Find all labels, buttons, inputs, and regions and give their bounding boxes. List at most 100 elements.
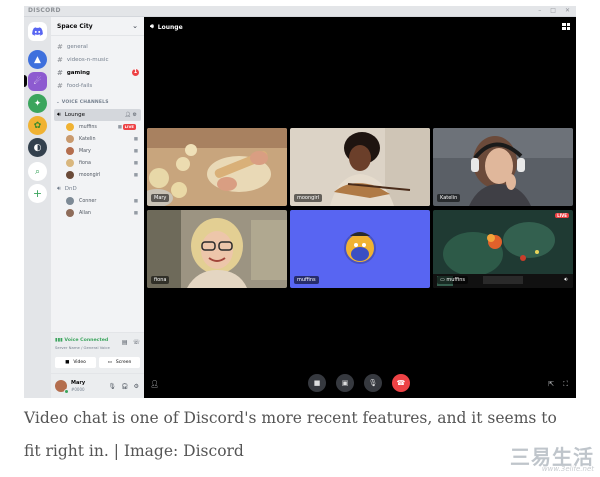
voice-channel-path: Server Name / General Voice xyxy=(55,345,110,350)
participant-name: Mary xyxy=(151,194,170,202)
screen-button-label: Screen xyxy=(115,360,132,365)
voice-connected-status[interactable]: ▮▮▮ Voice Connected xyxy=(55,338,108,343)
microphone-icon: 🎙︎ xyxy=(368,379,378,387)
chevron-down-icon[interactable]: ⌄ xyxy=(132,22,138,30)
pop-out-icon[interactable]: ⇱ xyxy=(548,380,554,388)
camera-icon: ■ xyxy=(133,198,138,204)
voice-user-name: moongirl xyxy=(79,172,101,178)
headphones-icon[interactable]: 🎧︎ xyxy=(121,383,129,390)
server-rail: ▲ ☄ ✦ ✿ ◐ ⌕ + xyxy=(24,17,51,398)
video-button[interactable]: ■ Video xyxy=(55,357,96,368)
volume-icon[interactable]: 🔉︎ xyxy=(564,276,568,284)
channel-food-fails[interactable]: # food-fails xyxy=(51,79,144,92)
voice-user[interactable]: Katelin ■ xyxy=(51,133,144,145)
channel-label: videos-n-music xyxy=(66,56,109,63)
server-header[interactable]: Space City ⌄ xyxy=(51,17,144,36)
screen-icon: ▭ xyxy=(107,360,112,365)
minimize-icon[interactable]: – xyxy=(538,7,541,14)
screen-share-button[interactable]: ▣ xyxy=(336,374,354,392)
video-button-label: Video xyxy=(73,360,86,365)
channel-tools[interactable]: 👤︎ ⚙︎ xyxy=(125,112,137,118)
invite-user-icon[interactable]: 👤︎ xyxy=(150,380,159,388)
participant-name-text: muffins xyxy=(446,277,465,283)
voice-user-name: Conner xyxy=(79,198,97,204)
voice-connection-panel: ▮▮▮ Voice Connected Server Name / Genera… xyxy=(51,332,144,373)
server-icon-space-city[interactable]: ☄ xyxy=(28,72,47,91)
video-camera-icon: ■ xyxy=(313,379,321,387)
user-name: Mary xyxy=(71,380,86,386)
user-panel: Mary #0000 🎙︎ 🎧︎ ⚙︎ xyxy=(51,373,144,398)
camera-icon: ■ xyxy=(133,172,138,178)
voice-channel-lounge[interactable]: 🔊︎ Lounge 👤︎ ⚙︎ xyxy=(54,109,141,121)
explore-search-icon[interactable]: ⌕ xyxy=(28,162,47,181)
watermark-url: www.3elife.net xyxy=(541,465,594,473)
camera-toggle-button[interactable]: ■ xyxy=(308,374,326,392)
hash-icon: # xyxy=(57,55,63,64)
maximize-icon[interactable]: □ xyxy=(550,7,556,14)
fullscreen-icon[interactable]: ⛶ xyxy=(563,380,568,389)
speaker-icon: 🔊︎ xyxy=(57,185,61,192)
voice-user-name: Mary xyxy=(79,148,91,154)
category-text: VOICE CHANNELS xyxy=(61,100,109,105)
voice-user[interactable]: moongirl ■ xyxy=(51,169,144,181)
microphone-icon[interactable]: 🎙︎ xyxy=(108,383,116,390)
video-tile-moongirl[interactable]: moongirl xyxy=(290,128,430,206)
voice-user-name: Allan xyxy=(79,210,91,216)
camera-icon: ■ xyxy=(133,148,138,154)
voice-user[interactable]: muffins LIVE ■ xyxy=(51,121,144,133)
voice-user[interactable]: Mary ■ xyxy=(51,145,144,157)
noise-suppression-icon[interactable]: ▤ xyxy=(122,339,128,346)
hang-up-icon: ☎ xyxy=(396,379,406,387)
voice-category-label[interactable]: ⌄ VOICE CHANNELS xyxy=(51,92,144,109)
video-tile-muffins-avatar[interactable]: muffins xyxy=(290,210,430,288)
participant-name: fiona xyxy=(151,276,170,284)
disconnect-button[interactable]: ☎ xyxy=(392,374,410,392)
close-icon[interactable]: ✕ xyxy=(565,7,570,14)
channel-label: gaming xyxy=(66,69,90,76)
server-name: Space City xyxy=(57,22,93,30)
channel-general[interactable]: # general xyxy=(51,40,144,53)
channel-label: food-fails xyxy=(66,82,93,89)
hash-icon: # xyxy=(57,81,63,90)
app-brand: DISCORD xyxy=(28,7,61,14)
disconnect-icon[interactable]: ☏ xyxy=(132,339,140,346)
voice-user-name: muffins xyxy=(79,124,97,130)
video-tile-katelin[interactable]: Katelin xyxy=(433,128,573,206)
voice-channel-dnd[interactable]: 🔊︎ DnD xyxy=(51,183,144,195)
avatar xyxy=(66,147,74,155)
channel-gaming[interactable]: # gaming 1 xyxy=(51,66,144,79)
voice-user[interactable]: Conner ■ xyxy=(51,195,144,207)
voice-user[interactable]: Allan ■ xyxy=(51,207,144,219)
video-tile-muffins-stream[interactable]: LIVE ▭ muffins 🔉︎ xyxy=(433,210,573,288)
call-controls: 👤︎ ■ ▣ 🎙︎ ☎ ⇱ ⛶ xyxy=(144,368,576,398)
avatar xyxy=(66,171,74,179)
avatar xyxy=(66,209,74,217)
mute-button[interactable]: 🎙︎ xyxy=(364,374,382,392)
stage-header: 🔊︎ Lounge xyxy=(150,23,183,31)
server-icon-rocket[interactable]: ✦ xyxy=(28,94,47,113)
channel-sidebar: Space City ⌄ # general # videos-n-music # g… xyxy=(51,17,144,398)
avatar xyxy=(66,159,74,167)
voice-user[interactable]: fiona ■ xyxy=(51,157,144,169)
channel-videos-n-music[interactable]: # videos-n-music xyxy=(51,53,144,66)
discord-home-icon[interactable] xyxy=(28,22,47,41)
participant-name: muffins xyxy=(294,276,319,284)
server-icon-mountain[interactable]: ▲ xyxy=(28,50,47,69)
video-tile-fiona[interactable]: fiona xyxy=(147,210,287,288)
gear-icon[interactable]: ⚙︎ xyxy=(134,383,139,390)
voice-channel-label: DnD xyxy=(64,186,77,192)
screen-share-icon: ▣ xyxy=(341,379,349,387)
add-server-icon[interactable]: + xyxy=(28,184,47,203)
server-icon-plant[interactable]: ✿ xyxy=(28,116,47,135)
selected-server-pill xyxy=(24,75,27,87)
voice-buttons: ■ Video ▭ Screen xyxy=(55,357,140,368)
live-badge: LIVE xyxy=(122,124,136,130)
video-tile-mary[interactable]: Mary xyxy=(147,128,287,206)
screen-share-button[interactable]: ▭ Screen xyxy=(99,357,140,368)
camera-icon: ■ xyxy=(133,160,138,166)
participant-name: Katelin xyxy=(437,194,461,202)
user-tag: #0000 xyxy=(71,387,85,392)
participant-name: moongirl xyxy=(294,194,323,202)
grid-layout-icon[interactable] xyxy=(562,23,570,30)
server-icon-fish[interactable]: ◐ xyxy=(28,138,47,157)
